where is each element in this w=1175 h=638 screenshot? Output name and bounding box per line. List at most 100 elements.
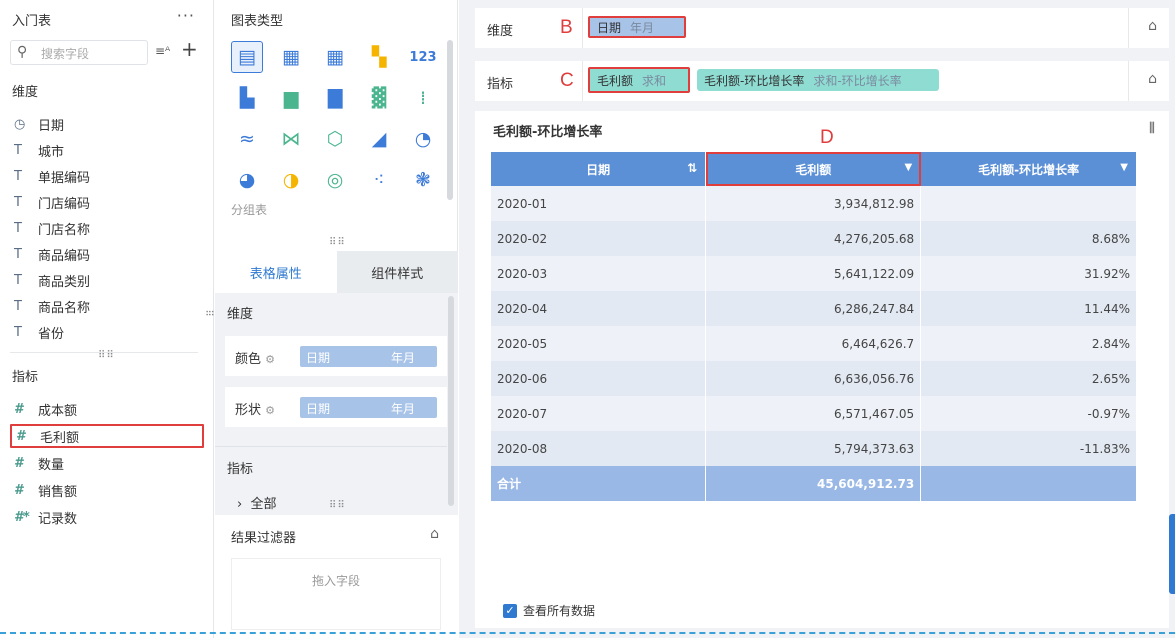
table-row[interactable]: 2020-04 6,286,247.84 11.44%	[491, 291, 1137, 326]
dropdown-icon[interactable]: ▼	[1120, 162, 1128, 173]
cross-table-icon[interactable]: ▦	[275, 41, 307, 73]
text-type-icon: T	[14, 168, 22, 184]
metric-field[interactable]: # 成本额	[10, 397, 204, 421]
view-all-data-checkbox[interactable]: ✓ 查看所有数据	[503, 602, 595, 619]
metric-field[interactable]: # 销售额	[10, 478, 204, 502]
grouped-bar-icon[interactable]: ▇	[319, 82, 351, 114]
gauge-icon[interactable]: ◔	[407, 123, 439, 155]
combo-icon[interactable]: ⋈	[275, 123, 307, 155]
text-type-icon: T	[14, 142, 22, 158]
dataset-title: 入门表	[12, 14, 52, 29]
table-icon[interactable]: ▤	[231, 41, 263, 73]
waterfall-icon[interactable]: ⁞	[407, 82, 439, 114]
color-property-row[interactable]: 颜色 ⚙ 日期 年月	[225, 336, 447, 376]
add-field-icon[interactable]: +	[181, 38, 198, 60]
table-cell: 8.68%	[920, 221, 1137, 256]
rose-icon[interactable]: ◑	[275, 164, 307, 196]
drag-handle[interactable]: ⠿⠿	[329, 237, 346, 248]
bubble-icon[interactable]: ❃	[407, 164, 439, 196]
filter-settings-icon[interactable]: ⌂	[430, 526, 439, 542]
table-row[interactable]: 2020-07 6,571,467.05 -0.97%	[491, 396, 1137, 431]
donut-icon[interactable]: ◎	[319, 164, 351, 196]
table-row[interactable]: 2020-06 6,636,056.76 2.65%	[491, 361, 1137, 396]
scrollbar[interactable]	[448, 296, 454, 506]
filter-drop-zone[interactable]: 拖入字段	[231, 558, 441, 630]
metric-chip-gross-profit[interactable]: 毛利额 求和	[588, 67, 690, 93]
shape-property-row[interactable]: 形状 ⚙ 日期 年月	[225, 387, 447, 427]
ranked-bar-icon[interactable]: ▓	[363, 82, 395, 114]
tab-component-style[interactable]: 组件样式	[336, 251, 458, 293]
sort-icon[interactable]: ⇅	[687, 161, 697, 175]
line-icon[interactable]: ≈	[231, 123, 263, 155]
heatmap-table-icon[interactable]: ▚	[363, 41, 395, 73]
number-type-icon: #	[14, 482, 24, 498]
table-cell: 6,286,247.84	[705, 291, 922, 326]
dimension-field[interactable]: T 商品名称	[10, 294, 204, 318]
settings-icon[interactable]: ⌂	[1148, 71, 1157, 87]
bar-icon[interactable]: ▆	[275, 82, 307, 114]
all-metrics-toggle[interactable]: › 全部	[237, 493, 276, 512]
clock-icon: ◷	[14, 116, 26, 132]
detail-table-icon[interactable]: ▦	[319, 41, 351, 73]
color-field-pill[interactable]: 日期 年月	[300, 346, 437, 367]
table-row[interactable]: 2020-05 6,464,626.7 2.84%	[491, 326, 1137, 361]
search-icon: ⚲	[17, 44, 28, 60]
sort-fields-icon[interactable]: ≡ᴬ	[155, 44, 170, 58]
dimension-field[interactable]: ◷ 日期	[10, 112, 204, 136]
table-cell: 2.84%	[920, 326, 1137, 361]
field-label: 毛利额	[40, 430, 80, 446]
column-header-date[interactable]: 日期 ⇅	[491, 152, 707, 186]
annotation-d: D	[820, 127, 834, 148]
metric-chip-growth-rate[interactable]: 毛利额-环比增长率 求和-环比增长率	[697, 69, 939, 91]
settings-icon[interactable]: ⌂	[1148, 18, 1157, 34]
radar-icon[interactable]: ⬡	[319, 123, 351, 155]
table-cell: 2020-01	[491, 186, 707, 221]
dimension-field[interactable]: T 城市	[10, 138, 204, 162]
dimension-field[interactable]: T 商品类别	[10, 268, 204, 292]
chevron-right-icon: ›	[237, 497, 243, 512]
dropdown-icon[interactable]: ▼	[904, 162, 912, 173]
kpi-icon[interactable]: 123	[407, 41, 439, 73]
more-icon[interactable]: ···	[177, 6, 195, 25]
metric-field[interactable]: #* 记录数	[10, 505, 204, 529]
total-cell: 45,604,912.73	[705, 466, 922, 501]
table-preview: 毛利额-环比增长率 ⫼ D 日期 ⇅ 毛利额 ▼ 毛利额-环比增长率 ▼ 202…	[475, 111, 1169, 628]
pie-icon[interactable]: ◕	[231, 164, 263, 196]
dimension-field[interactable]: T 省份	[10, 320, 204, 344]
metric-field[interactable]: # 数量	[10, 451, 204, 475]
table-row[interactable]: 2020-08 5,794,373.63 -11.83%	[491, 431, 1137, 466]
column-header-gross-profit[interactable]: 毛利额 ▼	[705, 152, 922, 186]
tab-table-properties[interactable]: 表格属性	[215, 251, 337, 293]
dimension-chip-date[interactable]: 日期 年月	[588, 16, 686, 38]
total-cell: 合计	[491, 466, 707, 501]
area-icon[interactable]: ◢	[363, 123, 395, 155]
dimension-field[interactable]: T 商品编码	[10, 242, 204, 266]
text-type-icon: T	[14, 194, 22, 210]
table-row[interactable]: 2020-01 3,934,812.98	[491, 186, 1137, 221]
dimension-field[interactable]: T 门店编码	[10, 190, 204, 214]
shape-field-pill[interactable]: 日期 年月	[300, 397, 437, 418]
table-cell: 2020-03	[491, 256, 707, 291]
table-row[interactable]: 2020-03 5,641,122.09 31.92%	[491, 256, 1137, 291]
stacked-bar-icon[interactable]: ▙	[231, 82, 263, 114]
number-type-icon: #	[14, 455, 24, 471]
chart-settings-icon[interactable]: ⫼	[1149, 121, 1155, 136]
field-label: 数量	[38, 457, 65, 473]
table-cell	[920, 186, 1137, 221]
table-cell: -11.83%	[920, 431, 1137, 466]
drag-handle[interactable]: ⠿	[203, 309, 214, 317]
column-header-growth-rate[interactable]: 毛利额-环比增长率 ▼	[920, 152, 1137, 186]
dimension-field[interactable]: T 单据编码	[10, 164, 204, 188]
search-input[interactable]: ⚲ 搜索字段	[10, 40, 148, 65]
scrollbar[interactable]	[447, 40, 453, 200]
number-type-icon: #	[16, 428, 26, 444]
metric-field[interactable]: # 毛利额	[10, 424, 204, 448]
chart-type-group-label: 分组表	[231, 203, 268, 217]
side-handle[interactable]	[1169, 514, 1175, 594]
dimension-field[interactable]: T 门店名称	[10, 216, 204, 240]
drag-handle[interactable]: ⠿⠿	[329, 500, 346, 511]
table-cell: -0.97%	[920, 396, 1137, 431]
scatter-icon[interactable]: ⁖	[363, 164, 395, 196]
table-row[interactable]: 2020-02 4,276,205.68 8.68%	[491, 221, 1137, 256]
annotation-b: B	[560, 17, 573, 38]
